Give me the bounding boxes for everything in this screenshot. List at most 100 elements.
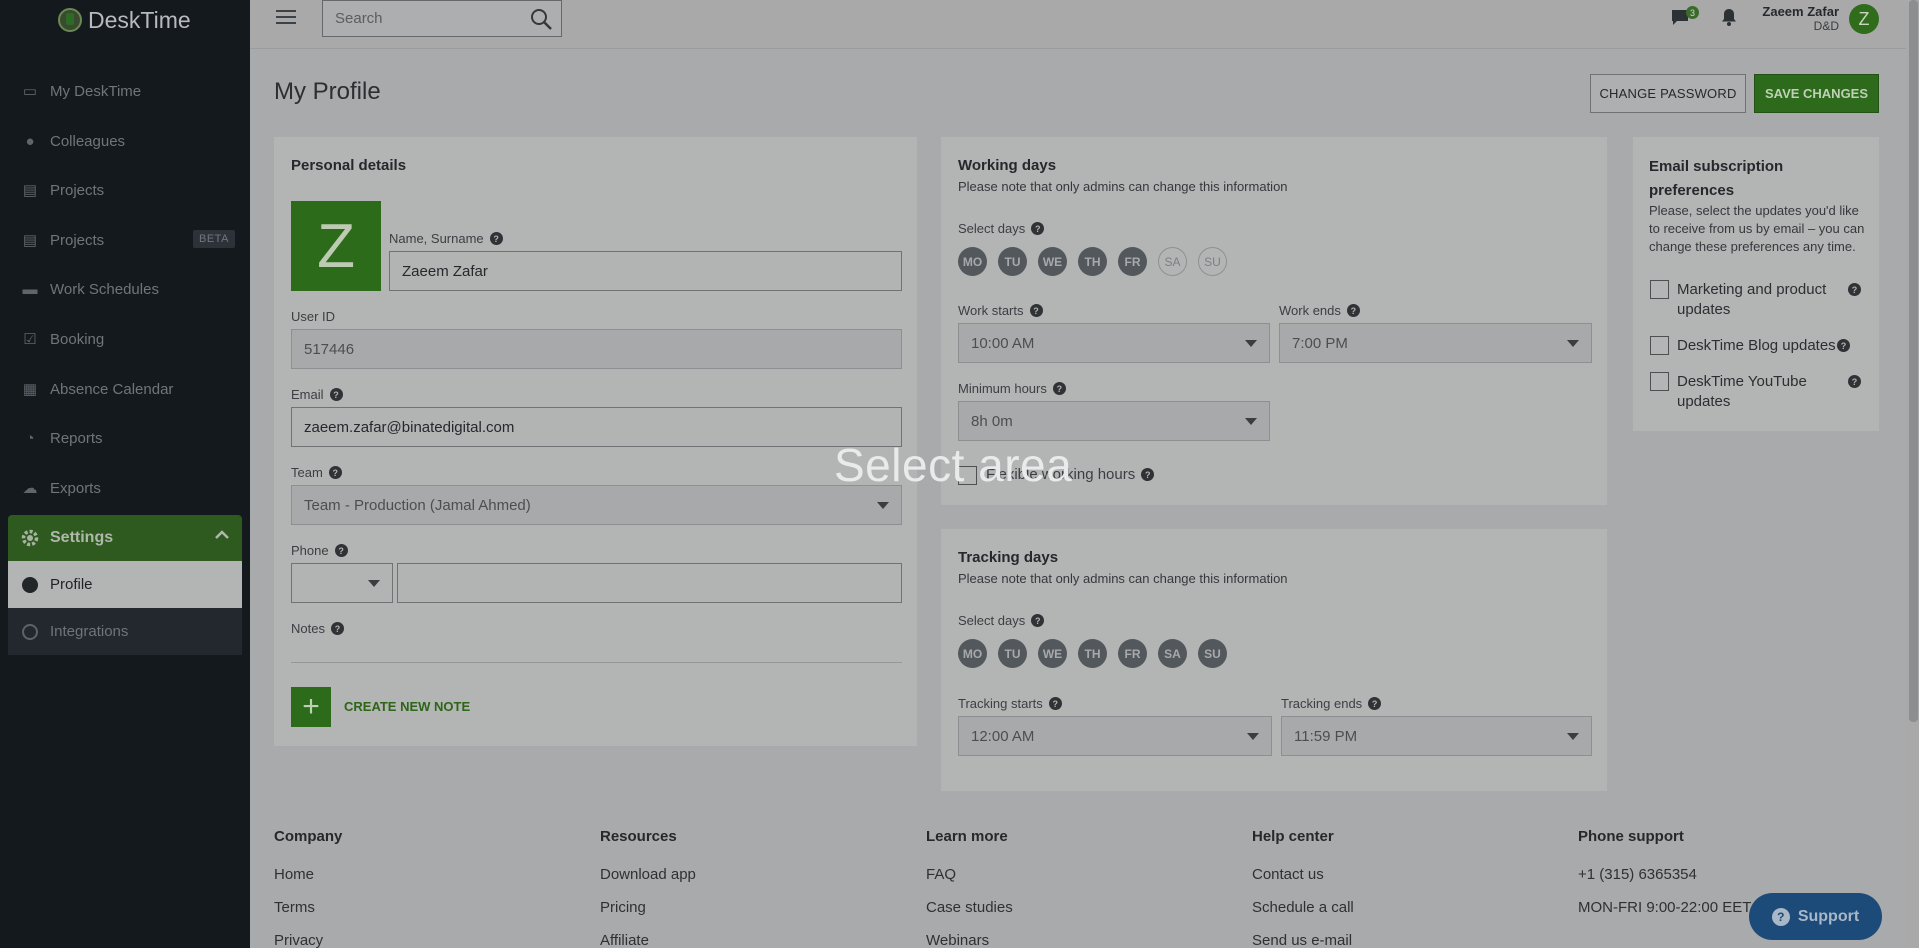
preference-label: DeskTime Blog updates [1677,337,1836,354]
avatar[interactable]: Z [1849,4,1879,34]
card-title: Personal details [291,157,407,174]
day-toggle-sa[interactable]: SA [1158,639,1187,668]
create-note-link[interactable]: CREATE NEW NOTE [344,699,470,714]
footer-link[interactable]: Schedule a call [1252,899,1354,916]
help-icon[interactable]: ? [1346,304,1360,317]
tracking-starts-select[interactable]: 12:00 AM [958,716,1272,756]
footer-link[interactable]: Privacy [274,932,323,948]
chevron-up-icon [215,530,229,539]
footer-link[interactable]: Affiliate [600,932,649,948]
sidebar-item-colleagues[interactable]: ● Colleagues [0,121,250,161]
sidebar-item-label: Projects [50,231,105,249]
help-icon[interactable]: ? [328,466,342,479]
sidebar-item-exports[interactable]: ☁ Exports [0,468,250,508]
footer-link[interactable]: Terms [274,899,315,916]
sidebar-item-my-desktime[interactable]: ▭ My DeskTime [0,71,250,111]
preference-checkbox[interactable] [1650,372,1669,391]
help-icon[interactable]: ? [334,544,348,557]
select-days-label: Select days? [958,613,1045,628]
footer-link[interactable]: Home [274,866,314,883]
day-toggle-mo[interactable]: MO [958,639,987,668]
menu-icon[interactable] [276,10,296,26]
preference-checkbox[interactable] [1650,336,1669,355]
minimum-hours-select[interactable]: 8h 0m [958,401,1270,441]
sidebar-item-reports[interactable]: ◔ Reports [0,418,250,458]
profile-avatar[interactable]: Z [291,201,381,291]
help-icon[interactable]: ? [1848,375,1861,388]
help-icon[interactable]: ? [329,388,343,401]
sidebar-item-projects[interactable]: ▤ Projects BETA [0,220,250,260]
day-toggle-sa[interactable]: SA [1158,247,1187,276]
question-icon: ? [1771,907,1790,926]
sidebar-item-absence-calendar[interactable]: ▦ Absence Calendar [0,369,250,409]
help-icon[interactable]: ? [1031,614,1045,627]
team-select[interactable]: Team - Production (Jamal Ahmed) [291,485,902,525]
search-input[interactable] [323,1,523,36]
help-icon[interactable]: ? [1368,697,1382,710]
help-icon[interactable]: ? [489,232,503,245]
sidebar-subitem-profile[interactable]: Profile [8,561,242,608]
divider [291,662,902,663]
change-password-button[interactable]: CHANGE PASSWORD [1590,74,1746,113]
sidebar-item-work-schedules[interactable]: ▬ Work Schedules [0,269,250,309]
select-value: 7:00 PM [1292,334,1348,352]
day-toggle-th[interactable]: TH [1078,639,1107,668]
footer-link[interactable]: Download app [600,866,696,883]
footer-link[interactable]: Case studies [926,899,1013,916]
scrollbar[interactable] [1906,0,1919,948]
dropdown-caret-icon [877,502,889,509]
sidebar-subitem-label: Profile [50,576,93,593]
day-toggle-we[interactable]: WE [1038,639,1067,668]
desktime-logo[interactable]: DeskTime [58,6,191,34]
sidebar-item-settings[interactable]: Settings [8,515,242,561]
sidebar-item-projects[interactable]: ▤ Projects [0,170,250,210]
footer-link[interactable]: Pricing [600,899,646,916]
help-icon[interactable]: ? [1052,382,1066,395]
day-toggle-mo[interactable]: MO [958,247,987,276]
radio-empty-icon [22,623,38,640]
day-toggle-tu[interactable]: TU [998,247,1027,276]
phone-country-select[interactable] [291,563,393,603]
preference-checkbox[interactable] [1650,280,1669,299]
footer-heading: Resources [600,828,677,845]
name-field[interactable]: Zaeem Zafar [389,251,902,291]
radio-filled-icon [22,576,38,593]
day-toggle-th[interactable]: TH [1078,247,1107,276]
help-icon[interactable]: ? [1048,697,1062,710]
work-ends-select[interactable]: 7:00 PM [1279,323,1592,363]
help-icon[interactable]: ? [1029,304,1043,317]
day-toggle-fr[interactable]: FR [1118,247,1147,276]
help-icon[interactable]: ? [1031,222,1045,235]
dropdown-caret-icon [1567,733,1579,740]
support-button[interactable]: ? Support [1749,893,1882,940]
plus-icon: + [302,690,320,723]
work-starts-select[interactable]: 10:00 AM [958,323,1270,363]
help-icon[interactable]: ? [1141,468,1155,481]
day-toggle-fr[interactable]: FR [1118,639,1147,668]
day-toggle-su[interactable]: SU [1198,639,1227,668]
user-menu[interactable]: Zaeem Zafar D&D [1762,4,1839,34]
day-toggle-su[interactable]: SU [1198,247,1227,276]
bell-icon[interactable] [1720,7,1738,27]
sidebar-item-booking[interactable]: ☑ Booking [0,319,250,359]
phone-field[interactable] [397,563,902,603]
dropdown-caret-icon [1247,733,1259,740]
footer-link[interactable]: Contact us [1252,866,1324,883]
help-icon[interactable]: ? [1837,339,1850,352]
scrollbar-thumb[interactable] [1909,0,1918,722]
search-icon[interactable] [529,7,553,31]
help-icon[interactable]: ? [330,622,344,635]
footer-link[interactable]: FAQ [926,866,956,883]
day-toggle-we[interactable]: WE [1038,247,1067,276]
help-icon[interactable]: ? [1848,283,1861,296]
email-field[interactable]: zaeem.zafar@binatedigital.com [291,407,902,447]
tracking-ends-select[interactable]: 11:59 PM [1281,716,1592,756]
footer-link[interactable]: Webinars [926,932,989,948]
user-name: Zaeem Zafar [1762,4,1839,19]
add-note-button[interactable]: + [291,687,331,727]
save-changes-button[interactable]: SAVE CHANGES [1754,74,1879,113]
day-toggle-tu[interactable]: TU [998,639,1027,668]
sidebar-subitem-integrations[interactable]: Integrations [8,608,242,655]
footer-link[interactable]: Send us e-mail [1252,932,1352,948]
dropdown-caret-icon [1245,418,1257,425]
